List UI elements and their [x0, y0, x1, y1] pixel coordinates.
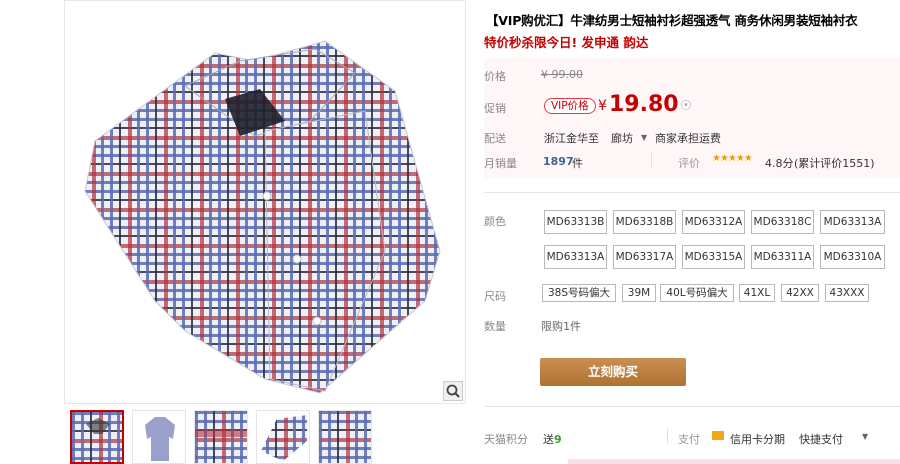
shipping-to-word: 至 [588, 132, 599, 145]
color-option[interactable]: MD63318B [613, 210, 676, 234]
selected-arrow-icon [94, 410, 106, 411]
thumbnail-1[interactable] [70, 410, 124, 464]
quantity-limit: 限购1件 [541, 320, 581, 333]
size-option[interactable]: 41XL [739, 284, 775, 302]
vip-price-badge: VIP价格 [544, 98, 596, 114]
chevron-down-icon[interactable]: ▼ [641, 133, 647, 142]
size-option[interactable]: 38S号码偏大 [542, 284, 616, 302]
size-option[interactable]: 39M [622, 284, 656, 302]
quantity-label: 数量 [484, 320, 506, 333]
promo-subtitle: 特价秒杀限今日! 发申通 韵达 [484, 35, 649, 50]
stats-divider [651, 153, 652, 167]
shipping-fee: 商家承担运费 [655, 132, 721, 145]
size-option[interactable]: 40L号码偏大 [660, 284, 734, 302]
color-label: 颜色 [484, 215, 506, 228]
points-number: 9 [554, 433, 562, 446]
pay-divider [667, 429, 668, 443]
buy-now-button[interactable]: 立刻购买 [540, 358, 686, 386]
sales-unit: 件 [572, 157, 583, 170]
size-label: 尺码 [484, 290, 506, 303]
currency-symbol: ¥ [598, 98, 607, 114]
color-option[interactable]: MD63311A [751, 245, 814, 269]
rating-label: 评价 [678, 157, 700, 170]
color-option[interactable]: MD63317A [613, 245, 676, 269]
installment-option[interactable]: 信用卡分期 [730, 431, 785, 447]
plaid-shirt-image [84, 40, 441, 394]
main-product-image[interactable] [64, 0, 466, 404]
shipping-origin: 浙江金华 [544, 132, 588, 145]
payment-label: 支付 [678, 433, 700, 446]
chevron-down-icon[interactable]: ▼ [862, 432, 868, 441]
credit-card-icon [712, 431, 724, 440]
size-option[interactable]: 43XXX [825, 284, 869, 302]
points-label: 天猫积分 [484, 433, 528, 446]
sale-price: 19.80 [609, 92, 679, 117]
color-option[interactable]: MD63318C [751, 210, 814, 234]
thumbnail-5[interactable] [318, 410, 372, 464]
thumbnail-3[interactable] [194, 410, 248, 464]
divider [484, 406, 900, 407]
color-option[interactable]: MD63313A [820, 210, 885, 234]
product-gallery [64, 0, 466, 464]
color-option[interactable]: MD63310A [820, 245, 885, 269]
product-info-panel: 【VIP购优汇】牛津纺男士短袖衬衫超强透气 商务休闲男装短袖衬衣 特价秒杀限今日… [484, 0, 900, 464]
color-option[interactable]: MD63313A [544, 245, 607, 269]
shipping-destination-select[interactable]: 廊坊 [611, 130, 633, 146]
original-price-label: 价格 [484, 70, 506, 83]
color-option[interactable]: MD63313B [544, 210, 607, 234]
size-option[interactable]: 42XX [781, 284, 819, 302]
product-title: 【VIP购优汇】牛津纺男士短袖衬衫超强透气 商务休闲男装短袖衬衣 [486, 13, 858, 28]
promo-price-label: 促销 [484, 102, 506, 115]
monthly-sales-count: 1897 [543, 155, 574, 168]
monthly-sales-label: 月销量 [484, 157, 517, 170]
chevron-down-icon[interactable]: ▾ [681, 100, 691, 110]
color-option[interactable]: MD63315A [682, 245, 745, 269]
divider [484, 192, 900, 193]
points-value: 送9 [543, 431, 562, 447]
bottom-strip [568, 459, 900, 464]
quick-pay-option[interactable]: 快捷支付 [799, 431, 843, 447]
rating-score: 4.8分 [765, 157, 794, 170]
thumbnail-4[interactable] [256, 410, 310, 464]
magnifier-icon[interactable] [443, 381, 463, 401]
points-prefix: 送 [543, 433, 554, 446]
rating-stars-icon: ★★★★★ [712, 153, 753, 164]
thumbnail-2[interactable] [132, 410, 186, 464]
review-count-link[interactable]: (累计评价1551) [794, 155, 875, 171]
original-price: ¥ 99.00 [541, 68, 583, 81]
color-option[interactable]: MD63312A [682, 210, 745, 234]
shipping-label: 配送 [484, 132, 506, 145]
